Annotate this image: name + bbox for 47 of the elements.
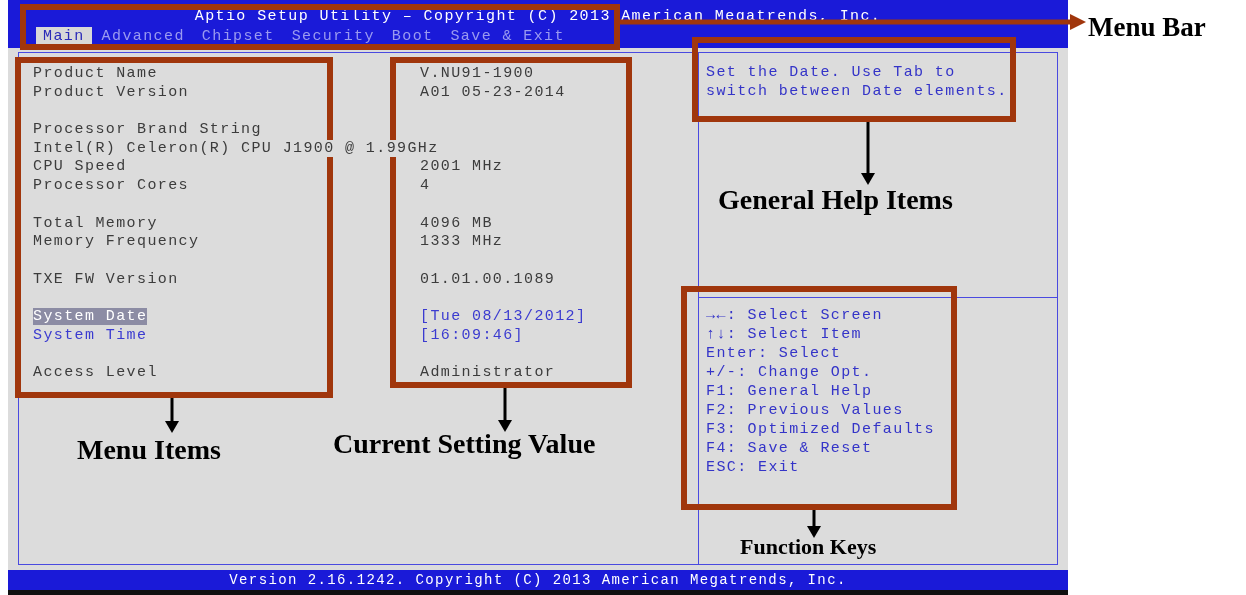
- annotation-label: Current Setting Value: [333, 430, 596, 458]
- function-key-hint: +/-: Change Opt.: [706, 363, 873, 382]
- annotation-label: Menu Items: [77, 436, 221, 464]
- menu-tab[interactable]: Security: [284, 27, 382, 46]
- menu-item-label: Total Memory: [33, 214, 158, 232]
- menu-item-label: CPU Speed: [33, 158, 127, 176]
- callout-arrow: [807, 510, 821, 538]
- menu-tab[interactable]: Advanced: [94, 27, 192, 46]
- function-key-hint: F3: Optimized Defaults: [706, 420, 935, 439]
- function-key-hint: F1: General Help: [706, 382, 873, 401]
- annotation-label: Function Keys: [740, 536, 877, 558]
- menu-tab[interactable]: Boot: [384, 27, 441, 46]
- menu-item-label: Product Name: [33, 65, 158, 82]
- function-key-hint: F2: Previous Values: [706, 401, 904, 420]
- setting-value: V.NU91-1900: [420, 64, 535, 82]
- menu-item-label: Processor Brand String: [33, 121, 262, 139]
- menu-tab[interactable]: Save & Exit: [443, 27, 572, 46]
- setting-value[interactable]: [16:09:46]: [420, 324, 524, 344]
- function-key-hint: F4: Save & Reset: [706, 439, 873, 458]
- menu-item-label: TXE FW Version: [33, 270, 179, 288]
- setting-value[interactable]: [Tue 08/13/2012]: [420, 305, 587, 325]
- annotation-label: General Help Items: [718, 186, 953, 214]
- version-text: Version 2.16.1242. Copyright (C) 2013 American Megatrends, Inc.: [229, 570, 847, 590]
- processor-brand-text: Intel(R) Celeron(R) CPU J1900 @ 1.99GHz: [33, 139, 439, 157]
- menu-item-label[interactable]: System Time: [33, 326, 148, 344]
- callout-arrow: [165, 398, 179, 433]
- callout-arrow: [498, 388, 512, 432]
- setting-value: 2001 MHz: [420, 157, 504, 176]
- setting-value: 4: [420, 176, 431, 194]
- function-key-hint: →←: Select Screen: [706, 306, 883, 325]
- setting-value: A01 05-23-2014: [420, 82, 566, 101]
- setting-value: Administrator: [420, 363, 556, 381]
- function-key-hint: Enter: Select: [706, 344, 842, 363]
- help-text: Set the Date. Use Tab to switch between Date elements.: [706, 63, 1009, 101]
- setting-value: 4096 MB: [420, 213, 493, 232]
- menu-item-label: Product Version: [33, 83, 190, 101]
- menu-item-label: Processor Cores: [33, 177, 190, 195]
- menu-tab[interactable]: Chipset: [194, 27, 282, 46]
- callout-arrow: [861, 122, 875, 185]
- setting-value: 01.01.00.1089: [420, 269, 556, 288]
- function-key-hint: ESC: Exit: [706, 458, 800, 477]
- menu-item-label: Memory Frequency: [33, 233, 200, 251]
- function-key-hint: ↑↓: Select Item: [706, 325, 863, 344]
- setting-value: 1333 MHz: [420, 232, 504, 250]
- menu-item-label[interactable]: System Date: [33, 307, 148, 325]
- menu-item-label: Access Level: [33, 364, 158, 381]
- annotation-label: Menu Bar: [1088, 14, 1206, 41]
